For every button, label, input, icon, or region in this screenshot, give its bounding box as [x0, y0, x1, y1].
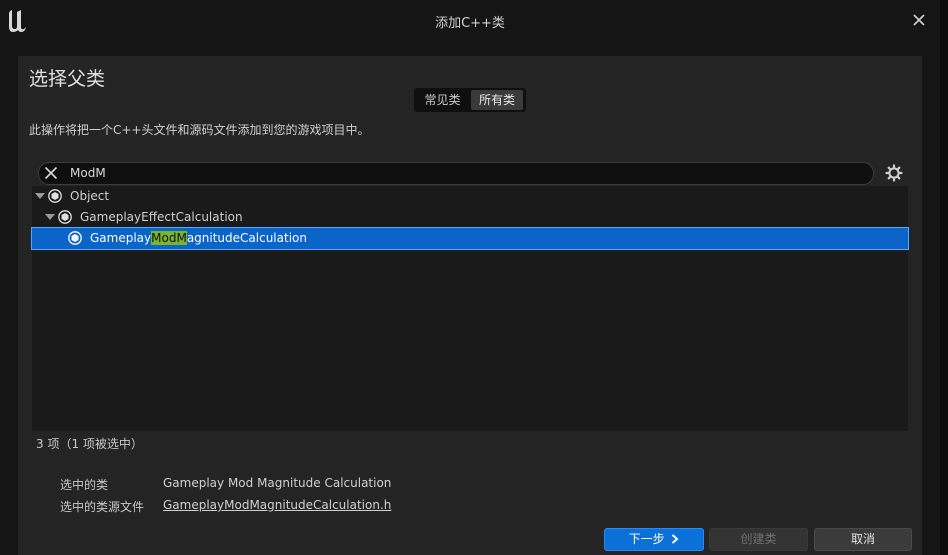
- all-classes-tab[interactable]: 所有类: [471, 90, 523, 110]
- next-button[interactable]: 下一步: [604, 528, 704, 551]
- window-title: 添加C++类: [435, 16, 505, 31]
- tree-item-label: GameplayEffectCalculation: [80, 210, 243, 224]
- description-text: 此操作将把一个C++头文件和源码文件添加到您的游戏项目中。: [29, 123, 370, 137]
- title-bar: 添加C++类: [0, 0, 940, 40]
- search-match-highlight: ModM: [151, 231, 187, 245]
- common-classes-tab[interactable]: 常见类: [417, 90, 468, 110]
- tree-item-object[interactable]: Object: [32, 186, 908, 207]
- item-count: 3 项（1 项被选中）: [36, 437, 143, 451]
- source-file-label: 选中的类源文件: [60, 500, 145, 514]
- next-button-label: 下一步: [628, 532, 665, 546]
- close-icon[interactable]: [910, 11, 928, 29]
- tree-item-gameplay-mod-magnitude-calculation[interactable]: GameplayModMagnitudeCalculation: [31, 227, 909, 250]
- tree-item-label: GameplayModMagnitudeCalculation: [90, 231, 307, 245]
- tree-item-label: Object: [70, 189, 110, 203]
- search-bar: [38, 162, 874, 185]
- label-prefix: Gameplay: [90, 231, 152, 245]
- gear-icon[interactable]: [885, 164, 903, 182]
- cancel-button[interactable]: 取消: [814, 528, 912, 551]
- tree-item-gameplay-effect-calculation[interactable]: GameplayEffectCalculation: [32, 207, 908, 228]
- chevron-right-icon: [672, 534, 679, 544]
- class-icon: [48, 189, 62, 203]
- create-class-button[interactable]: 创建类: [709, 528, 808, 551]
- class-tree: Object GameplayEffectCalculation Gamepla…: [31, 186, 909, 431]
- selected-class-label: 选中的类: [60, 478, 109, 492]
- source-file-link[interactable]: GameplayModMagnitudeCalculation.h: [163, 498, 391, 512]
- chevron-down-icon[interactable]: [45, 214, 55, 220]
- clear-search-icon[interactable]: [44, 166, 58, 180]
- class-icon: [68, 231, 82, 245]
- window-edge: [940, 0, 948, 555]
- label-suffix: agnitudeCalculation: [186, 231, 307, 245]
- chevron-down-icon[interactable]: [35, 193, 45, 199]
- search-input[interactable]: [70, 164, 850, 182]
- class-filter-toggle: 常见类 所有类: [414, 88, 526, 112]
- page-title: 选择父类: [29, 68, 106, 90]
- selected-class-value: Gameplay Mod Magnitude Calculation: [163, 476, 392, 490]
- class-icon: [58, 210, 72, 224]
